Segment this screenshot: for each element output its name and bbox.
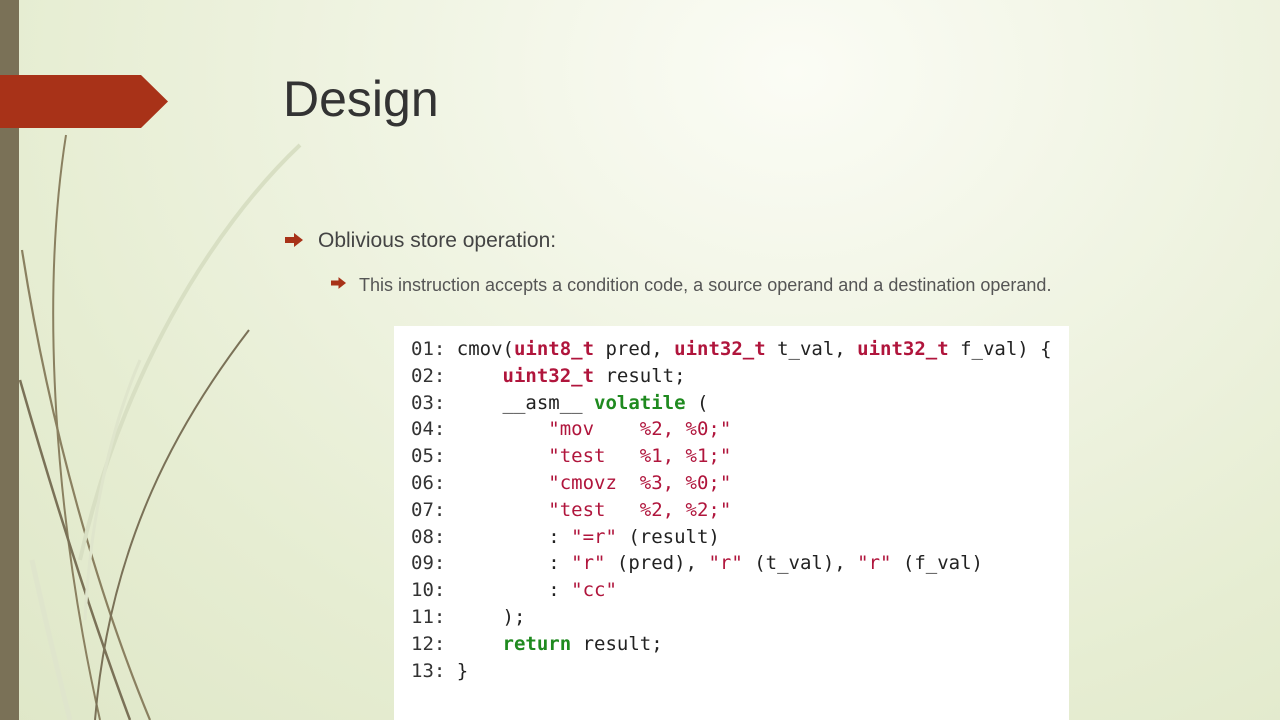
line-number: 04:	[411, 418, 457, 441]
code-block: 01: cmov(uint8_t pred, uint32_t t_val, u…	[394, 326, 1069, 720]
code-token: (	[685, 391, 709, 414]
line-number: 01:	[411, 338, 457, 360]
code-token: :	[456, 579, 572, 602]
line-number: 13:	[411, 659, 457, 682]
code-token: "r"	[571, 552, 606, 575]
code-line: 04: "mov %2, %0;"	[411, 416, 731, 443]
code-token: "=r"	[571, 525, 617, 548]
code-token: uint8_t	[513, 338, 595, 360]
bullet-text: Oblivious store operation:	[318, 229, 557, 252]
code-token: "test %2, %2;"	[548, 498, 732, 521]
code-token: (pred),	[605, 552, 709, 575]
code-token: __asm__	[456, 391, 595, 414]
code-line: 07: "test %2, %2;"	[411, 497, 731, 524]
code-token: "r"	[857, 552, 892, 575]
line-number: 10:	[411, 579, 457, 602]
line-number: 05:	[411, 445, 457, 468]
code-token: (t_val),	[742, 552, 858, 575]
code-token: :	[456, 552, 572, 575]
code-token: uint32_t	[674, 338, 766, 360]
code-token: "r"	[708, 552, 743, 575]
code-token: :	[456, 525, 572, 548]
code-token: result;	[571, 632, 663, 655]
code-token: pred,	[594, 338, 675, 360]
line-number: 11:	[411, 606, 457, 628]
code-line: 12: return result;	[411, 631, 663, 658]
bullet-arrow-icon	[331, 277, 346, 289]
code-token: }	[456, 659, 469, 682]
code-token: );	[456, 606, 526, 628]
code-token: uint32_t	[857, 338, 949, 360]
line-number: 02:	[411, 364, 457, 387]
code-line: 01: cmov(uint8_t pred, uint32_t t_val, u…	[411, 336, 1052, 363]
code-token: "mov %2, %0;"	[548, 418, 732, 441]
code-line: 05: "test %1, %1;"	[411, 443, 731, 470]
code-token: uint32_t	[502, 364, 595, 387]
line-number: 12:	[411, 632, 457, 655]
code-token: cmov(	[456, 338, 514, 360]
code-line: 02: uint32_t result;	[411, 363, 686, 390]
code-token: f_val) {	[948, 338, 1052, 360]
code-line: 08: : "=r" (result)	[411, 524, 720, 551]
line-number: 08:	[411, 525, 457, 548]
line-number: 03:	[411, 391, 457, 414]
code-token: "test %1, %1;"	[548, 445, 732, 468]
slide-title: Design	[283, 71, 439, 127]
code-token: result;	[594, 364, 686, 387]
bullet-item: Oblivious store operation:	[285, 229, 1185, 253]
code-token: "cc"	[571, 579, 617, 602]
title-accent-arrow	[0, 75, 168, 128]
code-token: (result)	[616, 525, 720, 548]
line-number: 07:	[411, 498, 457, 521]
code-line: 10: : "cc"	[411, 577, 617, 604]
bullet-arrow-icon	[285, 233, 303, 247]
code-line: 09: : "r" (pred), "r" (t_val), "r" (f_va…	[411, 550, 983, 577]
line-number: 06:	[411, 472, 457, 494]
code-line: 13: }	[411, 658, 468, 685]
code-line: 11: );	[411, 604, 525, 631]
code-line: 06: "cmovz %3, %0;"	[411, 470, 731, 497]
code-token: return	[502, 632, 572, 655]
code-token: (f_val)	[891, 552, 983, 575]
line-number: 09:	[411, 552, 457, 575]
sub-bullet-item: This instruction accepts a condition cod…	[331, 272, 1191, 298]
code-token: "cmovz %3, %0;"	[548, 472, 732, 494]
sub-bullet-text: This instruction accepts a condition cod…	[359, 275, 1052, 295]
code-line: 03: __asm__ volatile (	[411, 390, 708, 417]
code-token: t_val,	[765, 338, 858, 360]
code-token: volatile	[594, 391, 686, 414]
